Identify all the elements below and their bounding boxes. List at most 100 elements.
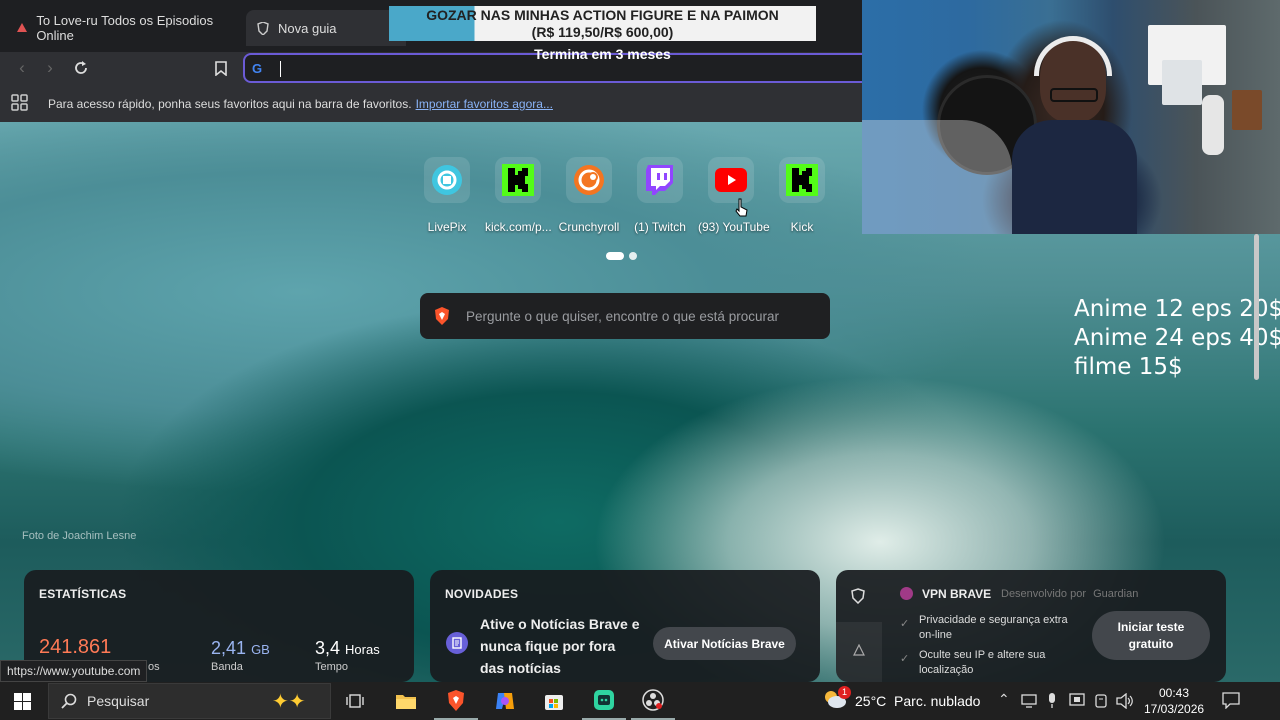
text-cursor <box>280 61 281 77</box>
device-icon[interactable] <box>1094 693 1108 714</box>
shortcut-twitch[interactable]: (1) Twitch <box>627 157 693 234</box>
brave-logo-icon <box>435 307 449 325</box>
stat-trackers-value: 241.861 <box>39 636 112 658</box>
vpn-developer: Desenvolvido por Guardian <box>1001 588 1139 600</box>
page-dot-active[interactable] <box>606 252 624 260</box>
shortcut-kick[interactable]: Kick <box>769 157 835 234</box>
warning-icon <box>853 644 865 656</box>
livepix-icon <box>432 165 462 195</box>
stat-time-label: Tempo <box>315 661 349 673</box>
page-dot[interactable] <box>629 252 637 260</box>
photo-credit[interactable]: Foto de Joachim Lesne <box>22 530 136 542</box>
tab-nova-guia[interactable]: Nova guia <box>246 10 406 46</box>
stat-trackers-label: os <box>148 661 160 673</box>
stats-title: ESTATÍSTICAS <box>39 587 127 601</box>
news-icon <box>446 632 468 654</box>
reload-button[interactable] <box>67 52 95 84</box>
folder-icon <box>396 695 416 709</box>
notification-center-icon[interactable] <box>1222 692 1240 714</box>
store-icon <box>545 695 563 710</box>
mouse-cursor-icon <box>735 198 748 217</box>
stat-bandwidth-label: Banda <box>211 661 243 673</box>
brave-taskbar-button[interactable] <box>434 682 478 720</box>
scrollbar-thumb[interactable] <box>1254 234 1259 380</box>
weather-text[interactable]: 25°C Parc. nublado <box>855 693 980 709</box>
windows-logo-icon <box>13 692 31 710</box>
clock-date: 17/03/2026 <box>1144 702 1205 716</box>
kick-icon <box>502 164 534 196</box>
streaming-app-icon <box>594 690 614 710</box>
windows-taskbar: Pesquisar ✦✦ 1 25°C Parc. nublado ⌃ 00:4… <box>0 682 1280 720</box>
vpn-logo-icon <box>900 587 913 600</box>
shortcut-crunchyroll[interactable]: Crunchyroll <box>556 157 622 234</box>
youtube-icon <box>715 168 747 192</box>
brave-icon <box>448 689 464 711</box>
news-description: Ative o Notícias Brave e nunca fique por… <box>480 616 640 676</box>
check-icon: ✓ <box>900 653 910 665</box>
tab-label: To Love-ru Todos os Episodios Online <box>36 13 214 43</box>
vpn-side-panel <box>836 622 882 682</box>
site-favicon-icon <box>16 21 28 35</box>
vpn-trial-button[interactable]: Iniciar teste gratuito <box>1092 611 1210 660</box>
weather-badge: 1 <box>838 686 851 699</box>
shortcut-kick-p[interactable]: kick.com/p... <box>485 157 552 234</box>
vpn-shield-icon <box>851 588 865 609</box>
bookmarks-bar: Para acesso rápido, ponha seus favoritos… <box>0 86 862 122</box>
clock-time: 00:43 <box>1158 686 1190 700</box>
start-button[interactable] <box>0 682 44 720</box>
display-icon[interactable] <box>1069 693 1085 713</box>
vpn-card: VPN BRAVE Desenvolvido por Guardian ✓ Pr… <box>836 570 1226 682</box>
copilot-button[interactable] <box>483 682 527 720</box>
reload-icon <box>75 61 87 74</box>
vpn-feature-1: Privacidade e segurança extra on-line <box>919 614 1068 641</box>
goal-title: GOZAR NAS MINHAS ACTION FIGURE E NA PAIM… <box>426 7 779 23</box>
search-placeholder: Pergunte o que quiser, encontre o que es… <box>466 308 779 324</box>
page-scrollbar[interactable] <box>1250 234 1264 682</box>
shortcut-youtube[interactable]: (93) YouTube <box>698 157 770 234</box>
file-explorer-button[interactable] <box>384 682 428 720</box>
tab-to-love-ru[interactable]: To Love-ru Todos os Episodios Online <box>6 10 238 46</box>
stat-bandwidth-value: 2,41 GB <box>211 638 270 658</box>
obs-icon <box>642 689 664 711</box>
taskbar-search-placeholder: Pesquisar <box>87 693 150 709</box>
apps-grid-icon[interactable] <box>11 94 28 114</box>
bookmark-button[interactable] <box>207 52 235 84</box>
forward-button[interactable]: › <box>36 52 64 84</box>
taskbar-search-box[interactable]: Pesquisar ✦✦ <box>48 683 331 719</box>
chevron-up-icon[interactable]: ⌃ <box>998 691 1010 708</box>
crunchyroll-icon <box>574 165 604 195</box>
microphone-icon[interactable] <box>1047 692 1057 714</box>
news-card: NOVIDADES Ative o Notícias Brave e nunca… <box>430 570 820 682</box>
news-title: NOVIDADES <box>445 587 519 601</box>
task-view-icon <box>346 694 364 708</box>
tab-label: Nova guia <box>278 20 337 36</box>
webcam-overlay <box>862 0 1280 234</box>
goal-deadline: Termina em 3 meses <box>534 46 671 62</box>
kick-icon <box>786 164 818 196</box>
vpn-feature-2: Oculte seu IP e altere sua localização <box>919 649 1046 676</box>
brave-shield-icon <box>256 21 270 35</box>
copilot-icon <box>496 693 514 709</box>
clock[interactable]: 00:43 17/03/2026 <box>1144 685 1204 717</box>
google-icon: G <box>252 61 263 76</box>
streaming-app-button[interactable] <box>582 682 626 720</box>
volume-icon[interactable] <box>1116 692 1134 714</box>
twitch-icon <box>646 165 673 195</box>
stat-time-value: 3,4 Horas <box>315 638 380 658</box>
brave-search-box[interactable]: Pergunte o que quiser, encontre o que es… <box>420 293 830 339</box>
shortcut-livepix[interactable]: LivePix <box>414 157 480 234</box>
import-bookmarks-link[interactable]: Importar favoritos agora... <box>416 97 553 111</box>
search-icon <box>61 693 77 709</box>
network-icon[interactable] <box>1021 694 1037 713</box>
check-icon: ✓ <box>900 618 910 630</box>
back-button[interactable]: ‹ <box>8 52 36 84</box>
task-view-button[interactable] <box>333 682 377 720</box>
vpn-title: VPN BRAVE <box>922 587 992 601</box>
enable-news-button[interactable]: Ativar Notícias Brave <box>653 627 796 660</box>
obs-button[interactable] <box>631 682 675 720</box>
goal-progress-banner: GOZAR NAS MINHAS ACTION FIGURE E NA PAIM… <box>389 6 816 41</box>
microsoft-store-button[interactable] <box>532 682 576 720</box>
status-bar-url: https://www.youtube.com <box>0 660 148 682</box>
bookmarks-hint: Para acesso rápido, ponha seus favoritos… <box>48 97 412 111</box>
bookmark-icon <box>215 60 227 76</box>
